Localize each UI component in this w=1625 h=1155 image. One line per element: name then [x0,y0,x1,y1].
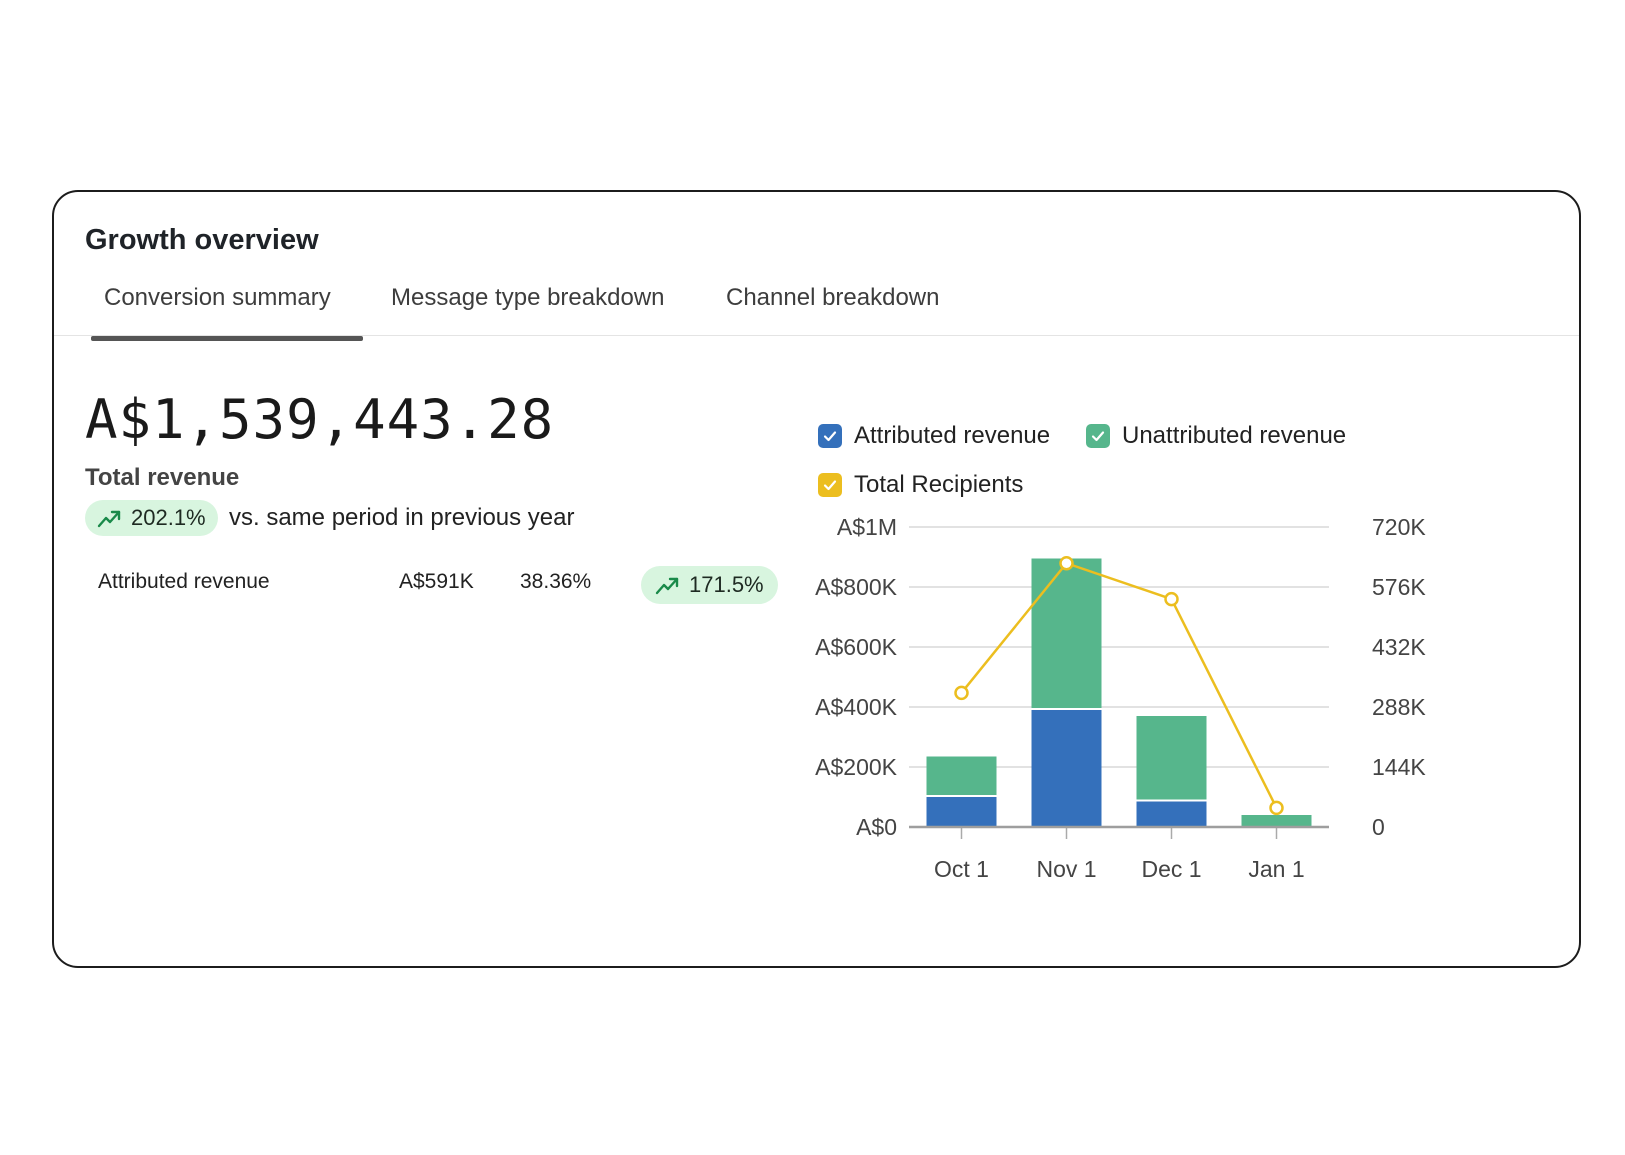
legend-unattributed-revenue[interactable]: Unattributed revenue [1086,422,1346,450]
checkbox-unattributed[interactable] [1086,424,1110,448]
metric-label: Attributed revenue [98,570,270,593]
bar-unattributed-revenue [1136,716,1207,800]
growth-overview-card: Growth overview Conversion summary Messa… [52,190,1581,968]
growth-comparison-text: vs. same period in previous year [229,504,575,531]
y-left-tick-label: A$0 [856,814,897,840]
y-right-tick-label: 576K [1372,574,1426,600]
tab-message-type-breakdown[interactable]: Message type breakdown [391,284,665,312]
bar-unattributed-revenue [1031,558,1102,708]
y-right-tick-label: 144K [1372,754,1426,780]
trend-up-icon [97,510,121,528]
x-tick-label: Nov 1 [1036,856,1096,882]
y-right-tick-label: 0 [1372,814,1385,840]
tab-channel-breakdown[interactable]: Channel breakdown [726,284,939,312]
bar-attributed-revenue [926,797,997,827]
check-icon [823,480,837,491]
y-right-tick-label: 720K [1372,514,1426,540]
active-tab-indicator [91,336,363,341]
metric-growth-value: 171.5% [689,572,764,597]
x-tick-label: Jan 1 [1248,856,1304,882]
revenue-chart: A$0 0 A$200K 144K A$400K 288K A$600K 432K A$800K… [815,514,1426,882]
card-title: Growth overview [85,224,319,256]
y-right-tick-label: 288K [1372,694,1426,720]
bar-attributed-revenue [1031,710,1102,827]
total-revenue-value: A$1,539,443.28 [85,388,555,451]
legend-label: Attributed revenue [854,422,1051,449]
metric-share: 38.36% [520,570,592,593]
bar-attributed-revenue [1136,801,1207,827]
y-left-tick-label: A$200K [815,754,898,780]
trend-up-icon [655,577,679,595]
y-right-tick-label: 432K [1372,634,1426,660]
check-icon [1091,431,1105,442]
growth-badge-value: 202.1% [131,505,206,530]
x-tick-label: Oct 1 [934,856,989,882]
y-left-tick-label: A$400K [815,694,898,720]
legend-label: Unattributed revenue [1122,422,1347,449]
x-tick-label: Dec 1 [1141,856,1201,882]
checkbox-attributed[interactable] [818,424,842,448]
metric-growth-badge: 171.5% [641,566,778,604]
legend-attributed-revenue[interactable]: Attributed revenue [818,422,1050,450]
metric-value: A$591K [399,570,474,593]
growth-badge: 202.1% [85,500,218,536]
tab-conversion-summary[interactable]: Conversion summary [104,284,331,312]
tab-bar: Conversion summary Message type breakdow… [54,284,1579,336]
total-revenue-label: Total revenue [85,464,240,491]
y-left-tick-label: A$800K [815,574,898,600]
point-total-recipients [1269,800,1284,816]
y-left-tick-label: A$600K [815,634,898,660]
check-icon [823,431,837,442]
bar-unattributed-revenue [926,756,997,795]
point-total-recipients [1164,591,1179,607]
y-left-tick-label: A$1M [837,514,897,540]
point-total-recipients [1059,556,1074,571]
bar-unattributed-revenue [1241,815,1312,827]
line-total-recipients [960,562,1278,809]
point-total-recipients [954,685,969,701]
